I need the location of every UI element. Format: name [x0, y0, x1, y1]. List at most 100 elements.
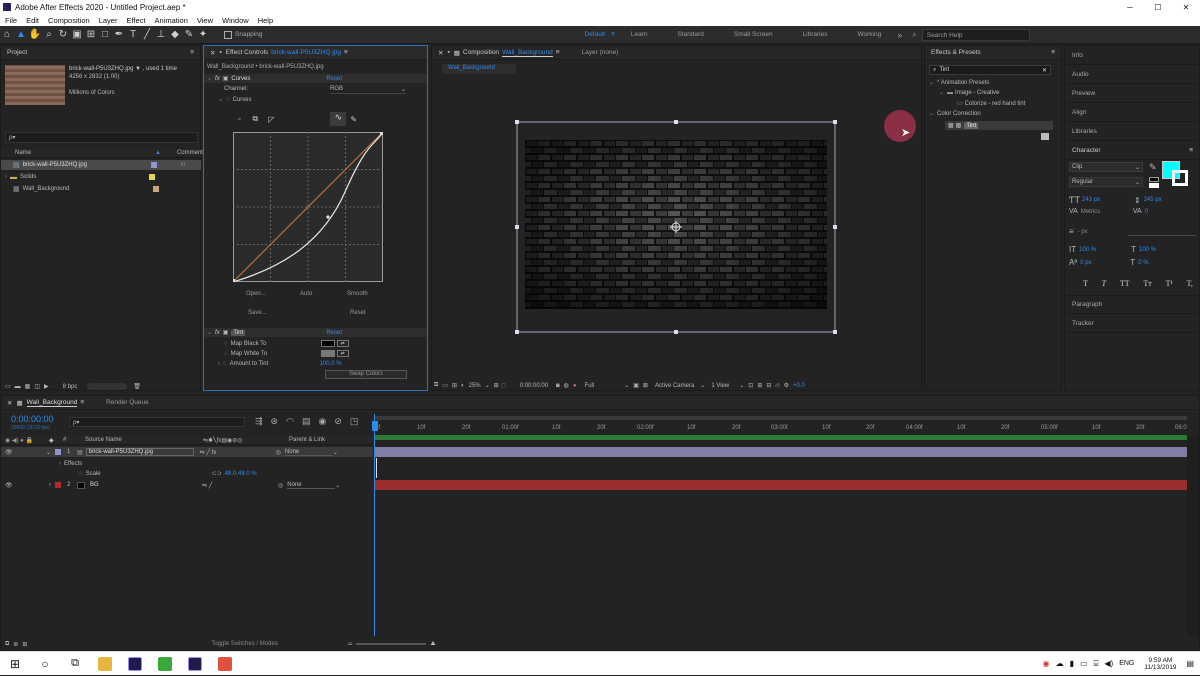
task-view-icon[interactable]: ⧉ [60, 652, 90, 676]
zoom-out-icon[interactable]: ⌓ [348, 641, 353, 648]
panel-lock-icon[interactable]: ▪ [447, 49, 449, 56]
puppet-tool-icon[interactable]: ✦ [196, 29, 210, 40]
work-area-bar[interactable] [374, 416, 1187, 420]
views-dropdown[interactable]: 1 View [711, 383, 729, 389]
expand-triangle-icon[interactable]: › [218, 361, 220, 367]
menu-layer[interactable]: Layer [99, 16, 118, 25]
maximize-button[interactable]: ☐ [1144, 3, 1172, 12]
tray-app-icon[interactable]: ◉ [1043, 659, 1050, 668]
current-time-display[interactable]: 0:00:00:00 [520, 383, 548, 389]
close-button[interactable]: ✕ [1172, 3, 1200, 12]
panel-menu-icon[interactable]: ≡ [556, 49, 560, 56]
eyedropper-icon[interactable]: ⇄ [336, 350, 349, 357]
clone-stamp-tool-icon[interactable]: ⊥ [154, 29, 168, 40]
workspace-overflow-icon[interactable]: » [897, 30, 902, 40]
layer-switches[interactable]: ⇋ ╱ [202, 482, 278, 489]
label-color-swatch[interactable] [150, 162, 157, 168]
layer-bounding-box[interactable] [515, 120, 839, 334]
panel-menu-icon[interactable]: ≡ [80, 399, 84, 406]
timeline-icon[interactable]: ⊟ [766, 382, 771, 389]
new-composition-icon[interactable]: ▦ [25, 383, 31, 390]
transfer-controls-toggle-icon[interactable]: ⊛ [13, 641, 18, 648]
close-tab-icon[interactable]: ✕ [210, 49, 215, 57]
amount-to-tint-value[interactable]: 100.0 % [320, 361, 342, 367]
swap-colors-button[interactable]: Swap Colors [325, 370, 407, 379]
minimize-button[interactable]: ─ [1116, 3, 1144, 12]
horizontal-scale-value[interactable]: 100 % [1139, 247, 1156, 253]
curve-size-small-icon[interactable]: ▫ [238, 116, 240, 123]
panel-menu-icon[interactable]: ≡ [1189, 147, 1193, 154]
eyedropper-icon[interactable]: ⇄ [336, 340, 349, 347]
bezier-curve-icon[interactable]: ∿ [330, 112, 347, 126]
map-black-swatch[interactable] [320, 340, 335, 347]
windows-start-icon[interactable]: ⊞ [0, 652, 30, 676]
superscript-button[interactable]: T¹ [1166, 279, 1173, 288]
scale-value[interactable]: 48.0,48.0 % [225, 471, 257, 477]
curves-auto-button[interactable]: Auto [300, 291, 312, 297]
motion-blur-icon[interactable]: ◉ [318, 416, 326, 427]
font-size-value[interactable]: 243 px [1082, 197, 1134, 203]
kerning-value[interactable]: Metrics [1081, 209, 1133, 215]
source-name-column[interactable]: Source Name [85, 437, 203, 443]
always-preview-icon[interactable]: ⧉ [434, 382, 438, 389]
baseline-shift-value[interactable]: 0 px [1080, 260, 1130, 266]
small-caps-button[interactable]: Tт [1143, 279, 1151, 288]
zoom-slider[interactable] [356, 643, 427, 645]
search-icon[interactable]: ○ [30, 652, 60, 676]
search-help-input[interactable]: Search Help [921, 28, 1030, 41]
brush-tool-icon[interactable]: ╱ [140, 29, 154, 40]
align-tab[interactable]: Align [1065, 103, 1199, 122]
camtasia-taskbar-icon[interactable] [150, 652, 180, 676]
zoom-level-dropdown[interactable]: 25% [469, 383, 481, 389]
hand-tool-icon[interactable]: ✋ [28, 29, 42, 40]
fast-previews-icon[interactable]: ⊞ [757, 382, 762, 389]
stopwatch-icon[interactable]: ◌ [224, 341, 228, 347]
clock[interactable]: 9:59 AM 11/13/2019 [1144, 657, 1176, 671]
expand-triangle-icon[interactable]: › [59, 461, 61, 467]
exposure-value[interactable]: +0.0 [793, 383, 805, 389]
pencil-curve-icon[interactable]: ✎ [350, 115, 357, 124]
mask-visibility-icon[interactable]: ◐ [461, 383, 465, 389]
timeline-current-time[interactable]: 0:00:00:00 [11, 414, 54, 424]
stopwatch-icon[interactable]: ◌ [79, 471, 83, 477]
frame-blending-icon[interactable]: ▤ [302, 416, 311, 427]
visibility-eye-icon[interactable]: 👁 [5, 449, 13, 456]
graph-editor-icon[interactable]: ⊘ [334, 416, 342, 427]
tracker-tab[interactable]: Tracker [1065, 314, 1199, 333]
menu-composition[interactable]: Composition [48, 16, 90, 25]
network-icon[interactable]: ⌸ [1094, 659, 1099, 669]
comp-flowchart-icon[interactable]: ⇶ [255, 416, 263, 427]
layer-name[interactable]: BG [88, 482, 196, 488]
collapse-triangle-icon[interactable]: ⌄ [929, 80, 934, 86]
pick-whip-icon[interactable]: ◎ [278, 482, 283, 489]
show-snapshot-icon[interactable]: ◍ [564, 382, 569, 389]
grid-icon[interactable]: ⊞ [494, 382, 499, 389]
stopwatch-icon[interactable]: ◌ [223, 361, 227, 367]
expand-triangle-icon[interactable]: › [5, 174, 7, 180]
type-tool-icon[interactable]: T [126, 29, 140, 40]
stopwatch-icon[interactable]: ◌ [226, 97, 230, 103]
layer-switches-toggle-icon[interactable]: ⧉ [5, 641, 9, 648]
composition-tab-name[interactable]: Wall_Background [502, 49, 553, 57]
effect-controls-file[interactable]: brick-wall-P5U3ZHQ.jpg [271, 49, 341, 56]
interpret-footage-icon[interactable]: ▭ [5, 383, 11, 390]
column-name[interactable]: Name [15, 150, 31, 156]
tree-item-selected[interactable]: ▩ ▩ Tint [945, 121, 1053, 130]
vertical-scale-value[interactable]: 100 % [1079, 247, 1131, 253]
parent-link-column[interactable]: Parent & Link [289, 437, 325, 443]
panel-menu-icon[interactable]: ≡ [190, 49, 194, 56]
curve-size-large-icon[interactable]: ◸ [268, 115, 274, 124]
zoom-tool-icon[interactable]: ⌕ [42, 29, 56, 40]
collapse-triangle-icon[interactable]: ⌄ [207, 329, 212, 336]
constrain-proportions-icon[interactable]: ⊂⊃ [212, 470, 222, 477]
fx-icon[interactable]: fx [215, 76, 220, 82]
close-tab-icon[interactable]: ✕ [7, 399, 12, 407]
monitor-icon[interactable]: ▭ [442, 382, 448, 389]
map-white-swatch[interactable] [320, 350, 335, 357]
stopwatch-icon[interactable]: ◌ [224, 351, 228, 357]
menu-help[interactable]: Help [258, 16, 273, 25]
file-explorer-icon[interactable] [90, 652, 120, 676]
layer-tab[interactable]: Layer (none) [582, 49, 619, 56]
project-search-input[interactable]: ρ▾ [5, 132, 198, 143]
clear-search-icon[interactable]: ✕ [1042, 67, 1047, 74]
